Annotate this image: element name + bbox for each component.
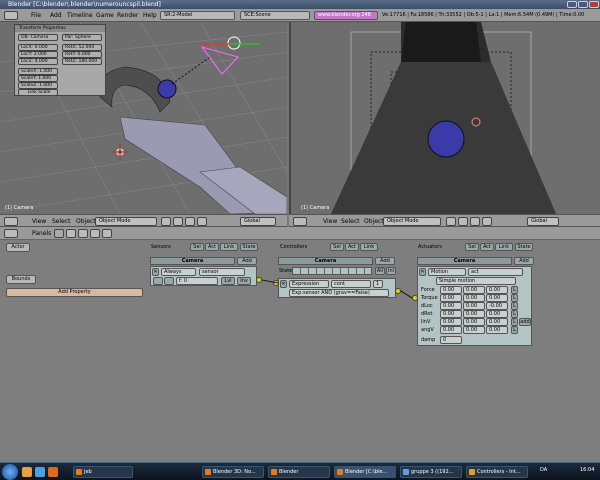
hand-icon-right[interactable] — [470, 217, 480, 226]
rot-z-field[interactable]: RotZ: 180.000 — [62, 58, 102, 65]
orientation-selector-right[interactable]: Global — [527, 217, 559, 226]
task-label: Blender — [279, 469, 299, 475]
screen-selector[interactable]: SR:2-Model — [160, 11, 235, 20]
scene-selector[interactable]: SCE:Scene — [240, 11, 310, 20]
hand-icon[interactable] — [185, 217, 195, 226]
rot-y-field[interactable]: RotY: 0.000 — [62, 51, 102, 58]
screen-name: SR:2-Model — [164, 12, 193, 18]
scene-right-canvas — [331, 22, 556, 214]
viewport-right-label: (1) Camera — [301, 205, 330, 211]
object-menu-left[interactable]: Object — [76, 217, 96, 226]
view-menu-left[interactable]: View — [32, 217, 46, 226]
loc-y-field[interactable]: LocY: 3.000 — [18, 51, 58, 58]
orientation-selector-left[interactable]: Global — [240, 217, 276, 226]
logic-header: Panels — [0, 227, 600, 240]
taskbar: Jeb Blender 3D: No... Blender Blender [C… — [0, 462, 600, 480]
window-titlebar: Blender [C:\blender\.blender\numerouncsp… — [0, 0, 600, 9]
menu-render[interactable]: Render — [117, 11, 138, 20]
minimize-button[interactable] — [567, 1, 577, 8]
logic-editor: Actor Bounds Add Property Sensors Sel Ac… — [0, 240, 600, 462]
transform-panel-title: Transform Properties — [15, 25, 105, 32]
link-scale-button[interactable]: Link Scale — [18, 89, 58, 96]
scale-y-field[interactable]: ScaleY: 1.000 — [18, 75, 58, 82]
taskbar-item-blender[interactable]: Blender — [268, 466, 330, 478]
task-label: Controllers - Int... — [477, 469, 521, 475]
taskbar-item-blender-3d[interactable]: Blender 3D: No... — [202, 466, 264, 478]
blender-link[interactable]: www.blender.org 248 — [314, 11, 378, 20]
taskbar-item-jeb[interactable]: Jeb — [73, 466, 133, 478]
language-indicator[interactable]: DA — [540, 467, 547, 473]
view-editor-icon[interactable] — [4, 217, 18, 226]
scale-z-field[interactable]: ScaleZ: 1.000 — [18, 82, 58, 89]
view-menu-right[interactable]: View — [323, 217, 337, 226]
window-title: Blender [C:\blender\.blender\numerouncsp… — [8, 1, 161, 8]
panels-menu[interactable]: Panels — [32, 229, 51, 238]
draw-type-icon-right[interactable] — [446, 217, 456, 226]
firefox-quicklaunch-icon[interactable] — [22, 467, 32, 477]
mode-selector-left[interactable]: Object Mode — [95, 217, 157, 226]
menu-timeline[interactable]: Timeline — [67, 11, 93, 20]
pivot-icon-right[interactable] — [458, 217, 468, 226]
draw-type-icon[interactable] — [161, 217, 171, 226]
scripts-icon[interactable] — [54, 229, 64, 238]
select-menu-left[interactable]: Select — [52, 217, 71, 226]
task-label: Blender 3D: No... — [213, 469, 256, 475]
loc-z-field[interactable]: LocZ: 4.000 — [18, 58, 58, 65]
menu-file[interactable]: File — [31, 11, 41, 20]
logic-editor-icon[interactable] — [4, 229, 18, 238]
editor-type-icon[interactable] — [4, 11, 18, 20]
viewport-left[interactable]: Transform Properties OB: Camera Par: Sph… — [0, 22, 287, 214]
scene-stats: Ve:17716 | Fa:18586 | Tri:33552 | Ob:5-1… — [382, 12, 585, 18]
menu-game[interactable]: Game — [96, 11, 114, 20]
logic-icon[interactable] — [90, 229, 100, 238]
menu-add[interactable]: Add — [50, 11, 62, 20]
rot-x-field[interactable]: RotX: 52.000 — [62, 44, 102, 51]
mode-selector-right[interactable]: Object Mode — [383, 217, 441, 226]
scene-icon[interactable] — [102, 229, 112, 238]
object-icon[interactable] — [78, 229, 88, 238]
task-label: Jeb — [84, 469, 92, 475]
menu-help[interactable]: Help — [143, 11, 157, 20]
taskbar-item-controllers[interactable]: Controllers - Int... — [466, 466, 528, 478]
maximize-button[interactable] — [578, 1, 588, 8]
taskbar-item-blender-file[interactable]: Blender [C:\ble... — [334, 466, 396, 478]
transform-properties-panel: Transform Properties OB: Camera Par: Sph… — [14, 24, 106, 96]
view-header-right: View Select Object Object Mode Global — [289, 214, 600, 227]
viewport-left-label: (1) Camera — [5, 205, 34, 211]
select-menu-right[interactable]: Select — [341, 217, 360, 226]
shading-icon[interactable] — [66, 229, 76, 238]
scale-x-field[interactable]: ScaleX: 1.000 — [18, 68, 58, 75]
view-header-left: View Select Object Object Mode Global — [0, 214, 287, 227]
scene-name: SCE:Scene — [244, 12, 271, 18]
menu-bar: File Add Timeline Game Render Help SR:2-… — [0, 9, 600, 22]
blender-quicklaunch-icon[interactable] — [48, 467, 58, 477]
close-button[interactable] — [589, 1, 599, 8]
object-name-field[interactable]: OB: Camera — [18, 34, 58, 41]
task-label: Blender [C:\ble... — [345, 469, 388, 475]
view-editor-icon-right[interactable] — [293, 217, 307, 226]
start-button[interactable] — [2, 464, 18, 480]
viewport-right[interactable]: (1) Camera — [289, 22, 600, 214]
taskbar-item-gruppe[interactable]: gruppe 3 ((192... — [400, 466, 462, 478]
parent-field[interactable]: Par: Sphere — [62, 34, 102, 41]
task-label: gruppe 3 ((192... — [411, 469, 454, 475]
object-menu-right[interactable]: Object — [364, 217, 384, 226]
clock: 16:04 — [580, 467, 595, 473]
logic-connections — [261, 279, 413, 299]
ie-quicklaunch-icon[interactable] — [35, 467, 45, 477]
blender-link-text: www.blender.org 248 — [318, 12, 371, 18]
translate-icon-right[interactable] — [482, 217, 492, 226]
loc-x-field[interactable]: LocX: 0.000 — [18, 44, 58, 51]
pivot-icon[interactable] — [173, 217, 183, 226]
translate-icon[interactable] — [197, 217, 207, 226]
